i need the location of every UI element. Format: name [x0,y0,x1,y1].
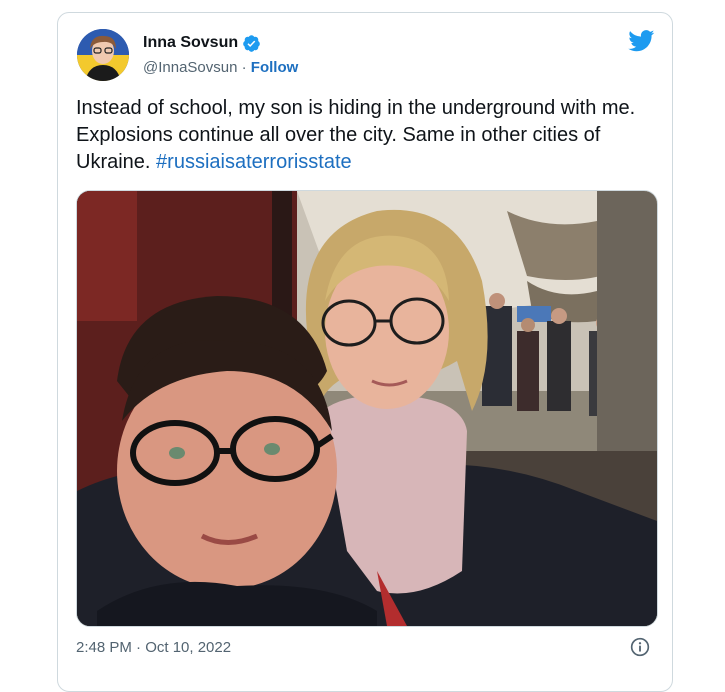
tweet-timestamp[interactable]: 2:48 PM · Oct 10, 2022 [76,638,231,658]
hashtag-link[interactable]: #russiaisaterrorisstate [156,151,352,173]
avatar-image [77,29,129,81]
avatar[interactable] [77,29,129,81]
follow-button[interactable]: Follow [251,59,299,76]
author-name[interactable]: Inna Sovsun [143,33,261,53]
verified-badge-icon [243,34,260,52]
handle-line: @InnaSovsun · Follow [143,58,298,78]
twitter-bird-icon[interactable] [628,30,655,52]
selfie-image [77,191,657,626]
separator: · [237,59,251,76]
tweet-photo[interactable] [76,190,658,627]
author-display-name[interactable]: Inna Sovsun [143,33,238,53]
author-handle[interactable]: @InnaSovsun [143,59,237,76]
tweet-card: Inna Sovsun @InnaSovsun · Follow Instead… [57,12,673,692]
info-icon[interactable] [630,637,650,657]
tweet-text: Instead of school, my son is hiding in t… [76,95,646,176]
